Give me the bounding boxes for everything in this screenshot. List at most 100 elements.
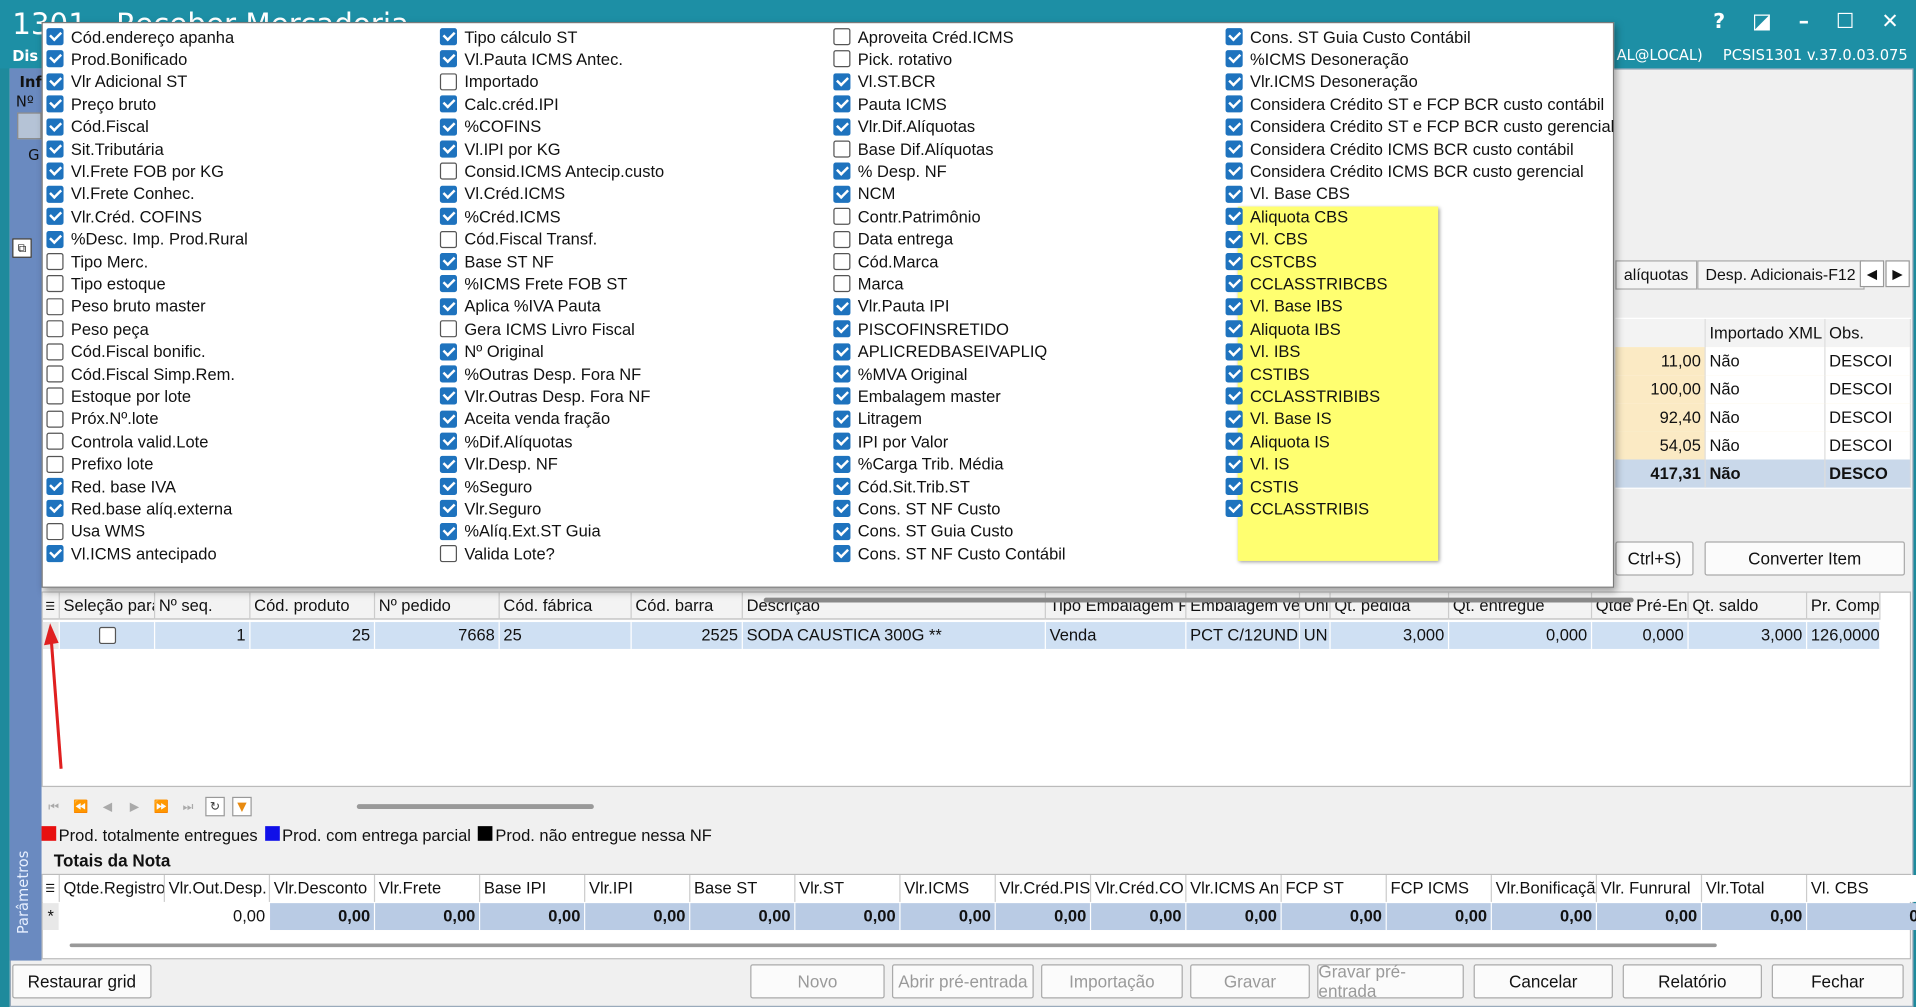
tab-scroll-left-icon[interactable]: ◀ xyxy=(1859,260,1885,288)
column-option-checkbox[interactable]: Vlr Adicional ST xyxy=(46,71,187,93)
report-button[interactable]: Relatório xyxy=(1622,964,1762,999)
column-option-checkbox[interactable]: Valida Lote? xyxy=(439,543,555,565)
column-option-checkbox[interactable]: %Desc. Imp. Prod.Rural xyxy=(46,228,248,250)
column-option-checkbox[interactable]: Calc.créd.IPI xyxy=(439,93,559,115)
column-option-checkbox[interactable]: Vl.Frete Conhec. xyxy=(46,183,195,205)
panel-toggle-icon[interactable]: ⧉ xyxy=(12,238,32,258)
help-button[interactable]: ? xyxy=(1713,10,1725,34)
column-option-checkbox[interactable]: %COFINS xyxy=(439,116,541,138)
col-header-cod-barra[interactable]: Cód. barra xyxy=(632,592,743,620)
col-header-cod-fabrica[interactable]: Cód. fábrica xyxy=(500,592,632,620)
column-option-checkbox[interactable]: Cons. ST NF Custo xyxy=(833,498,1000,520)
column-option-checkbox[interactable]: Vlr.Créd. COFINS xyxy=(46,206,202,228)
filter-icon[interactable]: ▼ xyxy=(232,796,252,817)
column-option-checkbox[interactable]: Vlr.Outras Desp. Fora NF xyxy=(439,385,650,407)
column-option-checkbox[interactable]: Próx.Nº.lote xyxy=(46,408,159,430)
column-option-checkbox[interactable]: Base Dif.Alíquotas xyxy=(833,138,993,160)
col-header-pr-compra[interactable]: Pr. Compra xyxy=(1807,592,1881,620)
restore-grid-button[interactable]: Restaurar grid xyxy=(12,964,152,999)
column-option-checkbox[interactable]: CSTIS xyxy=(1225,475,1299,497)
table-row[interactable]: 92,40 Não DESCOI xyxy=(1615,403,1912,432)
column-option-checkbox[interactable]: Vlr.Desp. NF xyxy=(439,453,558,475)
totals-menu-icon[interactable]: ☰ xyxy=(43,875,60,902)
column-option-checkbox[interactable]: Contr.Patrimônio xyxy=(833,206,981,228)
field-stub[interactable] xyxy=(17,112,42,140)
totals-scrollbar[interactable] xyxy=(69,943,1717,948)
open-pre-entry-button[interactable]: Abrir pré-entrada xyxy=(891,964,1034,999)
column-option-checkbox[interactable]: Vl. CBS xyxy=(1225,228,1308,250)
column-option-checkbox[interactable]: NCM xyxy=(833,183,895,205)
column-option-checkbox[interactable]: Peso peça xyxy=(46,318,149,340)
column-option-checkbox[interactable]: Red. base IVA xyxy=(46,475,176,497)
column-option-checkbox[interactable]: PISCOFINSRETIDO xyxy=(833,318,1009,340)
table-row[interactable]: 11,00 Não DESCOI xyxy=(1615,347,1912,376)
column-option-checkbox[interactable]: Base ST NF xyxy=(439,251,554,273)
column-option-checkbox[interactable]: Prefixo lote xyxy=(46,453,153,475)
column-option-checkbox[interactable]: Aliquota IS xyxy=(1225,430,1330,452)
column-option-checkbox[interactable]: Aliquota CBS xyxy=(1225,206,1348,228)
column-option-checkbox[interactable]: %Seguro xyxy=(439,475,532,497)
column-option-checkbox[interactable]: Vl. IBS xyxy=(1225,340,1300,362)
column-option-checkbox[interactable]: Aliquota IBS xyxy=(1225,318,1341,340)
column-option-checkbox[interactable]: Vl.IPI por KG xyxy=(439,138,561,160)
column-option-checkbox[interactable]: Aplica %IVA Pauta xyxy=(439,295,601,317)
column-option-checkbox[interactable]: Litragem xyxy=(833,408,922,430)
column-option-checkbox[interactable]: Considera Crédito ST e FCP BCR custo con… xyxy=(1225,93,1604,115)
column-option-checkbox[interactable]: IPI por Valor xyxy=(833,430,948,452)
column-option-checkbox[interactable]: Gera ICMS Livro Fiscal xyxy=(439,318,635,340)
column-option-checkbox[interactable]: Vl.Frete FOB por KG xyxy=(46,161,224,183)
column-option-checkbox[interactable]: APLICREDBASEIVAPLIQ xyxy=(833,340,1047,362)
column-option-checkbox[interactable]: Embalagem master xyxy=(833,385,1001,407)
next-record-icon[interactable]: ▶ xyxy=(125,797,145,817)
column-option-checkbox[interactable]: Tipo Merc. xyxy=(46,251,148,273)
table-row[interactable]: * 0,00 0,00 0,00 0,00 0,00 0,00 0,00 0,0… xyxy=(42,903,1916,931)
col-header-selecao[interactable]: Seleção para xyxy=(60,592,156,620)
column-option-checkbox[interactable]: Cód.Marca xyxy=(833,251,938,273)
close-window-button[interactable]: Fechar xyxy=(1771,964,1904,999)
col-header-obs[interactable]: Obs. xyxy=(1826,318,1912,348)
column-option-checkbox[interactable]: Vl. Base IS xyxy=(1225,408,1332,430)
tab-aliquotas[interactable]: alíquotas xyxy=(1615,260,1697,290)
column-option-checkbox[interactable]: Cód.Fiscal xyxy=(46,116,149,138)
column-option-checkbox[interactable]: Controla valid.Lote xyxy=(46,430,208,452)
save-shortcut-button[interactable]: Ctrl+S) xyxy=(1615,541,1694,576)
column-option-checkbox[interactable]: Sit.Tributária xyxy=(46,138,164,160)
column-option-checkbox[interactable]: %ICMS Desoneração xyxy=(1225,48,1409,70)
column-option-checkbox[interactable]: Marca xyxy=(833,273,904,295)
tab-scroll-right-icon[interactable]: ▶ xyxy=(1885,260,1910,288)
column-option-checkbox[interactable]: Tipo estoque xyxy=(46,273,166,295)
column-option-checkbox[interactable]: Peso bruto master xyxy=(46,295,206,317)
column-option-checkbox[interactable]: Data entrega xyxy=(833,228,953,250)
column-option-checkbox[interactable]: Preço bruto xyxy=(46,93,156,115)
column-option-checkbox[interactable]: Aceita venda fração xyxy=(439,408,610,430)
restore-layout-button[interactable]: ◪ xyxy=(1752,10,1772,34)
column-option-checkbox[interactable]: CCLASSTRIBIS xyxy=(1225,498,1369,520)
column-option-checkbox[interactable]: % Desp. NF xyxy=(833,161,947,183)
column-option-checkbox[interactable]: Cód.Fiscal Simp.Rem. xyxy=(46,363,235,385)
parameters-sidebar[interactable]: Parâmetros xyxy=(9,68,42,961)
column-option-checkbox[interactable]: Vl. Base CBS xyxy=(1225,183,1350,205)
tab-desp-adicionais[interactable]: Desp. Adicionais-F12 xyxy=(1696,260,1865,290)
column-option-checkbox[interactable]: %Outras Desp. Fora NF xyxy=(439,363,641,385)
new-button[interactable]: Novo xyxy=(750,964,885,999)
column-option-checkbox[interactable]: Nº Original xyxy=(439,340,544,362)
refresh-icon[interactable]: ↻ xyxy=(205,796,225,817)
column-option-checkbox[interactable]: %Dif.Alíquotas xyxy=(439,430,573,452)
last-record-icon[interactable]: ⏭ xyxy=(178,797,198,817)
column-option-checkbox[interactable]: Vlr.Dif.Alíquotas xyxy=(833,116,975,138)
column-option-checkbox[interactable]: Cód.Fiscal bonific. xyxy=(46,340,206,362)
column-option-checkbox[interactable]: Tipo cálculo ST xyxy=(439,26,577,48)
column-option-checkbox[interactable]: Cons. ST Guia Custo xyxy=(833,520,1013,542)
table-row[interactable]: 100,00 Não DESCOI xyxy=(1615,375,1912,404)
column-option-checkbox[interactable]: Red.base alíq.externa xyxy=(46,498,232,520)
column-option-checkbox[interactable]: Pauta ICMS xyxy=(833,93,947,115)
column-option-checkbox[interactable]: %Carga Trib. Média xyxy=(833,453,1004,475)
column-option-checkbox[interactable]: Cons. ST Guia Custo Contábil xyxy=(1225,26,1471,48)
save-pre-entry-button[interactable]: Gravar pré-entrada xyxy=(1317,962,1464,1001)
convert-item-button[interactable]: Converter Item xyxy=(1704,541,1905,576)
column-option-checkbox[interactable]: CSTCBS xyxy=(1225,251,1317,273)
save-button[interactable]: Gravar xyxy=(1190,964,1310,999)
column-option-checkbox[interactable]: Vl. Base IBS xyxy=(1225,295,1343,317)
table-row[interactable]: 1 25 7668 25 2525 SODA CAUSTICA 300G ** … xyxy=(42,622,1881,649)
column-option-checkbox[interactable]: CCLASSTRIBCBS xyxy=(1225,273,1388,295)
